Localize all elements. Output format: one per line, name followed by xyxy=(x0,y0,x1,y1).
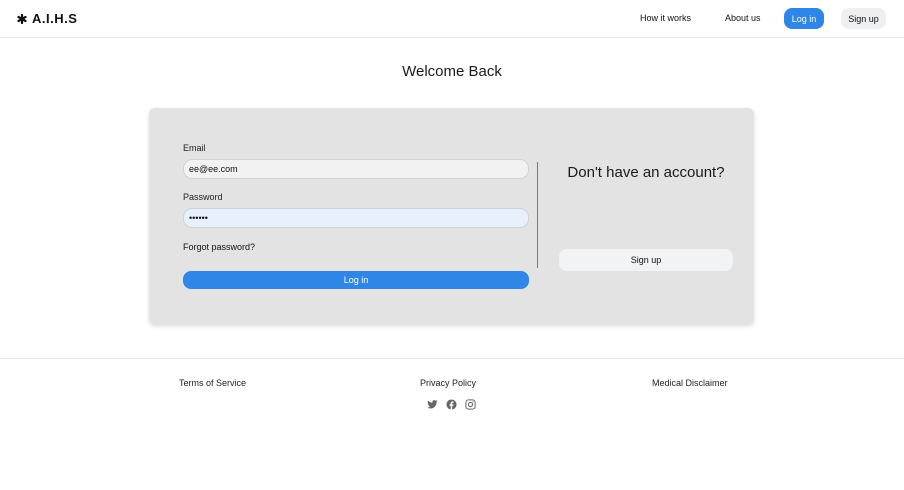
login-card: Email Password Forgot password? Log in D… xyxy=(149,108,754,324)
medical-disclaimer-link[interactable]: Medical Disclaimer xyxy=(652,378,728,388)
forgot-password-link[interactable]: Forgot password? xyxy=(183,242,255,252)
top-navbar: A.I.H.S How it works About us Log in Sig… xyxy=(0,0,904,38)
vertical-divider xyxy=(537,162,538,268)
footer: Terms of Service Privacy Policy Medical … xyxy=(0,358,904,490)
terms-of-service-link[interactable]: Terms of Service xyxy=(179,378,246,388)
nav-signup-button[interactable]: Sign up xyxy=(841,8,886,29)
nav-about-us-link[interactable]: About us xyxy=(725,13,761,23)
brand-logo[interactable]: A.I.H.S xyxy=(17,11,77,26)
nav-login-button[interactable]: Log in xyxy=(784,8,824,29)
page-title: Welcome Back xyxy=(402,63,502,80)
password-field[interactable] xyxy=(183,208,529,228)
nav-how-it-works-link[interactable]: How it works xyxy=(640,13,691,23)
signup-prompt-title: Don't have an account? xyxy=(567,164,725,181)
facebook-icon[interactable] xyxy=(446,399,457,410)
email-label: Email xyxy=(183,143,206,153)
privacy-policy-link[interactable]: Privacy Policy xyxy=(420,378,476,388)
login-button[interactable]: Log in xyxy=(183,271,529,289)
brand-name: A.I.H.S xyxy=(32,11,78,26)
twitter-icon[interactable] xyxy=(427,399,438,410)
password-label: Password xyxy=(183,192,223,202)
asterisk-icon xyxy=(17,13,27,24)
instagram-icon[interactable] xyxy=(465,399,476,410)
email-field[interactable] xyxy=(183,159,529,179)
signup-button[interactable]: Sign up xyxy=(559,249,733,271)
